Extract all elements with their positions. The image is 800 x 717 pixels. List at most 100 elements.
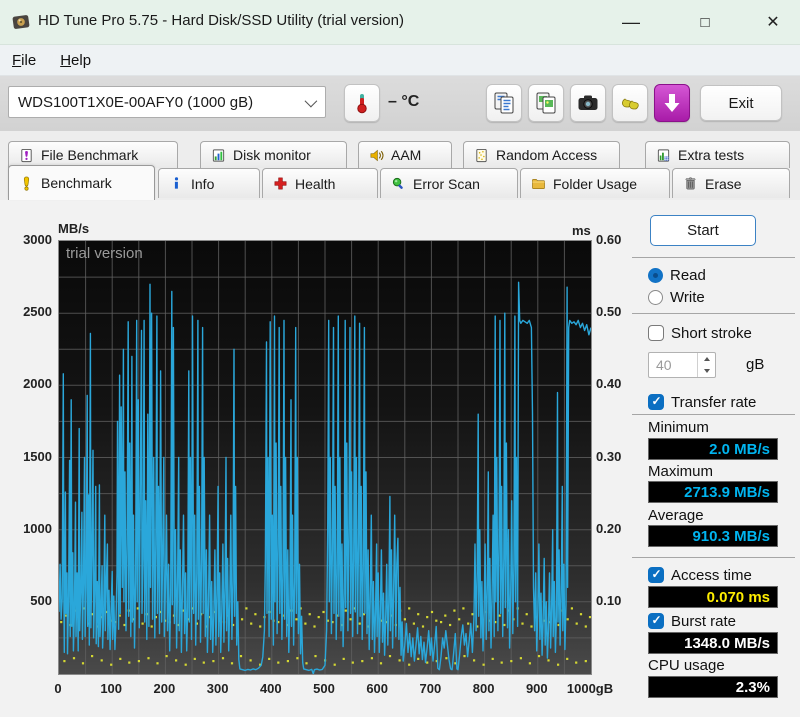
short-stroke-checkbox[interactable]: Short stroke xyxy=(648,324,752,342)
hd-tune-window: HD Tune Pro 5.75 - Hard Disk/SSD Utility… xyxy=(0,0,800,717)
transfer-rate-checkbox[interactable]: Transfer rate xyxy=(648,393,756,411)
random-access-icon xyxy=(474,148,489,163)
x-axis-tick: 900 xyxy=(509,681,565,696)
trial-watermark: trial version xyxy=(66,245,143,262)
magnifier-icon xyxy=(391,176,406,191)
copy-image-icon xyxy=(534,91,558,115)
x-axis-tick: 300 xyxy=(190,681,246,696)
drive-select-dropdown[interactable]: WDS100T1X0E-00AFY0 (1000 gB) xyxy=(8,86,326,118)
y-axis-tick: 3000 xyxy=(6,232,52,247)
toolbar: WDS100T1X0E-00AFY0 (1000 gB) – °C Exit xyxy=(0,76,800,132)
tab-folder-usage[interactable]: Folder Usage xyxy=(520,168,670,198)
x-axis-tick: 600 xyxy=(349,681,405,696)
x-axis-tick: 800 xyxy=(456,681,512,696)
screenshot-icon xyxy=(576,91,600,115)
spinner-down-icon xyxy=(704,369,710,373)
menu-file[interactable]: File xyxy=(0,45,48,75)
maximum-label: Maximum xyxy=(648,463,713,480)
tab-erase[interactable]: Erase xyxy=(672,168,790,198)
disk-monitor-icon xyxy=(211,148,226,163)
menu-bar: File Help xyxy=(0,45,800,76)
checkbox-checked-icon xyxy=(648,613,664,629)
maximum-value: 2713.9 MB/s xyxy=(648,481,778,503)
app-icon xyxy=(12,13,30,31)
start-button[interactable]: Start xyxy=(650,215,756,246)
exclamation-icon xyxy=(19,176,34,191)
info-icon xyxy=(169,176,184,191)
health-cross-icon xyxy=(273,176,288,191)
divider xyxy=(632,313,795,314)
donate-button[interactable] xyxy=(612,84,648,122)
download-arrow-icon xyxy=(660,91,684,115)
tab-disk-monitor[interactable]: Disk monitor xyxy=(200,141,347,168)
radio-selected-icon xyxy=(648,268,663,283)
tab-strip: File Benchmark Disk monitor AAM Random A… xyxy=(0,131,800,200)
copy-text-button[interactable] xyxy=(486,84,522,122)
spinner-value: 40 xyxy=(656,357,672,373)
y-axis-tick: 0.20 xyxy=(596,521,642,536)
tab-health[interactable]: Health xyxy=(262,168,378,198)
read-radio[interactable]: Read xyxy=(648,266,706,284)
x-axis-tick: 100 xyxy=(83,681,139,696)
temperature-button[interactable] xyxy=(344,84,380,122)
burst-rate-value: 1348.0 MB/s xyxy=(648,632,778,654)
window-title: HD Tune Pro 5.75 - Hard Disk/SSD Utility… xyxy=(38,12,404,29)
chart-canvas xyxy=(59,241,591,674)
y-axis-tick: 0.40 xyxy=(596,376,642,391)
short-stroke-size-spinner[interactable]: 40 xyxy=(648,352,716,378)
copy-text-icon xyxy=(492,91,516,115)
y-axis-tick: 0.60 xyxy=(596,232,642,247)
minimize-button[interactable]: — xyxy=(614,6,648,38)
close-button[interactable]: ✕ xyxy=(756,6,790,38)
download-button[interactable] xyxy=(654,84,690,122)
checkbox-checked-icon xyxy=(648,394,664,410)
divider xyxy=(632,557,795,558)
short-stroke-unit: gB xyxy=(746,356,764,373)
title-bar: HD Tune Pro 5.75 - Hard Disk/SSD Utility… xyxy=(0,0,800,45)
menu-help[interactable]: Help xyxy=(48,45,103,75)
divider xyxy=(632,414,795,415)
chevron-down-icon xyxy=(305,95,318,108)
burst-rate-checkbox[interactable]: Burst rate xyxy=(648,612,736,630)
access-time-value: 0.070 ms xyxy=(648,586,778,608)
tab-aam[interactable]: AAM xyxy=(358,141,452,168)
minimum-value: 2.0 MB/s xyxy=(648,438,778,460)
maximize-button[interactable]: □ xyxy=(688,6,722,38)
extra-tests-icon xyxy=(656,148,671,163)
y-axis-tick: 1000 xyxy=(6,521,52,536)
radio-unselected-icon xyxy=(648,290,663,305)
x-axis-tick: 0 xyxy=(30,681,86,696)
divider xyxy=(632,257,795,258)
write-radio[interactable]: Write xyxy=(648,288,705,306)
y-right-axis-unit: ms xyxy=(572,223,591,238)
checkbox-checked-icon xyxy=(648,567,664,583)
tab-error-scan[interactable]: Error Scan xyxy=(380,168,518,198)
x-axis-tick: 1000gB xyxy=(562,681,618,696)
y-axis-tick: 0.50 xyxy=(596,304,642,319)
copy-image-button[interactable] xyxy=(528,84,564,122)
cpu-usage-label: CPU usage xyxy=(648,657,725,674)
temperature-value: – °C xyxy=(388,93,419,111)
spinner-down-button[interactable] xyxy=(698,365,715,377)
x-axis-tick: 700 xyxy=(402,681,458,696)
tab-file-benchmark[interactable]: File Benchmark xyxy=(8,141,178,168)
exit-button[interactable]: Exit xyxy=(700,85,782,121)
y-axis-tick: 0.30 xyxy=(596,449,642,464)
tab-info[interactable]: Info xyxy=(158,168,260,198)
access-time-checkbox[interactable]: Access time xyxy=(648,566,752,584)
speaker-icon xyxy=(369,148,384,163)
x-axis-tick: 400 xyxy=(243,681,299,696)
y-axis-tick: 2500 xyxy=(6,304,52,319)
y-axis-tick: 0.10 xyxy=(596,593,642,608)
benchmark-chart: trial version xyxy=(58,240,592,675)
tab-random-access[interactable]: Random Access xyxy=(463,141,620,168)
checkbox-unchecked-icon xyxy=(648,325,664,341)
tab-extra-tests[interactable]: Extra tests xyxy=(645,141,790,168)
spinner-up-icon xyxy=(704,357,710,361)
y-axis-tick: 500 xyxy=(6,593,52,608)
minimum-label: Minimum xyxy=(648,419,709,436)
x-axis-tick: 500 xyxy=(296,681,352,696)
spinner-up-button[interactable] xyxy=(698,353,715,365)
tab-benchmark[interactable]: Benchmark xyxy=(8,165,155,200)
screenshot-button[interactable] xyxy=(570,84,606,122)
